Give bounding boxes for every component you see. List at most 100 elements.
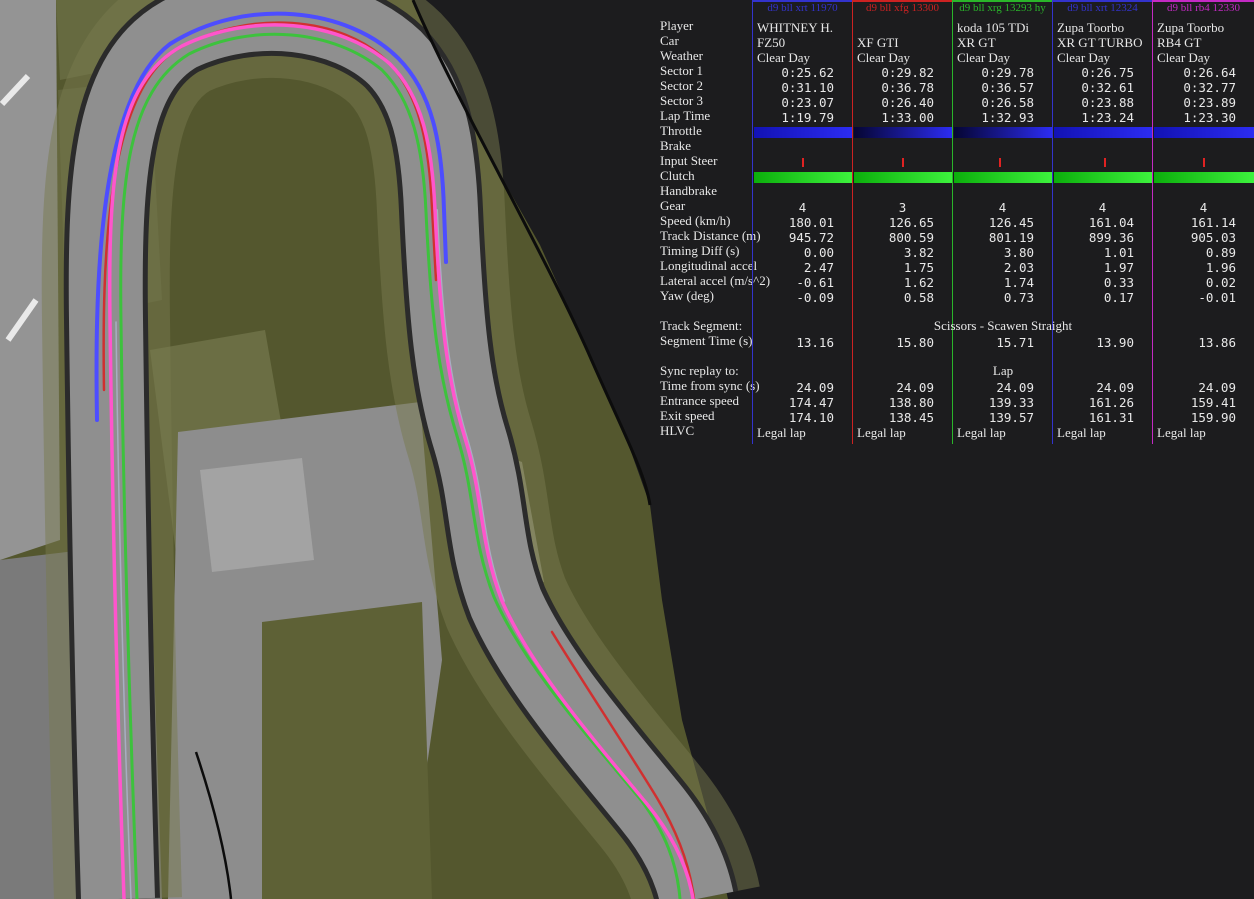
cell-segment_time: 15.80 bbox=[896, 335, 934, 350]
cell-yaw: 0.58 bbox=[903, 290, 934, 305]
cell-speed: 180.01 bbox=[788, 215, 834, 230]
cell-entrance_speed: 174.47 bbox=[788, 395, 834, 410]
cell-timing_diff: 1.01 bbox=[1103, 245, 1134, 260]
cell-sector1: 0:26.64 bbox=[1183, 65, 1236, 80]
cell-track_distance: 905.03 bbox=[1190, 230, 1236, 245]
throttle-bar bbox=[1154, 127, 1254, 138]
steer-tick bbox=[999, 158, 1001, 167]
cell-sector2: 0:31.10 bbox=[781, 80, 834, 95]
cell-entrance_speed: 139.33 bbox=[988, 395, 1034, 410]
cell-gear: 4 bbox=[998, 200, 1007, 215]
cell-timing_diff: 3.82 bbox=[903, 245, 934, 260]
row-label: Track Segment: bbox=[660, 318, 743, 333]
cell-sector3: 0:23.88 bbox=[1081, 95, 1134, 110]
cell-sector1: 0:29.78 bbox=[981, 65, 1034, 80]
replay-header[interactable]: d9 bll xrt 11970 bbox=[753, 2, 852, 16]
replay-header[interactable]: d9 bll xfg 13300 bbox=[853, 2, 952, 16]
replay-header[interactable]: d9 bll xrt 12324 bbox=[1053, 2, 1152, 16]
row-label: Lap Time bbox=[660, 108, 711, 123]
cell-hlvc: Legal lap bbox=[1157, 425, 1206, 440]
cell-sector2: 0:32.77 bbox=[1183, 80, 1236, 95]
cell-exit_speed: 174.10 bbox=[788, 410, 834, 425]
row-label: Input Steer bbox=[660, 153, 718, 168]
terrain-patch bbox=[262, 602, 432, 899]
replay-header[interactable]: d9 bll rb4 12330 bbox=[1153, 2, 1254, 16]
cell-lap_time: 1:23.24 bbox=[1081, 110, 1134, 125]
cell-sector2: 0:36.78 bbox=[881, 80, 934, 95]
cell-lap_time: 1:32.93 bbox=[981, 110, 1034, 125]
cell-player bbox=[853, 20, 952, 35]
row-label: Sector 2 bbox=[660, 78, 703, 93]
cell-sector3: 0:23.89 bbox=[1183, 95, 1236, 110]
row-label: Handbrake bbox=[660, 183, 718, 198]
cell-lat_accel: 1.74 bbox=[1003, 275, 1034, 290]
steer-tick bbox=[1203, 158, 1205, 167]
clutch-bar bbox=[854, 172, 952, 183]
cell-segment_time: 13.86 bbox=[1198, 335, 1236, 350]
cell-player: koda 105 TDi bbox=[957, 20, 1029, 35]
cell-segment_time: 13.90 bbox=[1096, 335, 1134, 350]
cell-entrance_speed: 138.80 bbox=[888, 395, 934, 410]
row-label: Track Distance (m) bbox=[660, 228, 761, 243]
cell-speed: 126.65 bbox=[888, 215, 934, 230]
cell-gear: 4 bbox=[1199, 200, 1208, 215]
cell-hlvc: Legal lap bbox=[1057, 425, 1106, 440]
cell-sector3: 0:23.07 bbox=[781, 95, 834, 110]
row-label: Entrance speed bbox=[660, 393, 740, 408]
cell-exit_speed: 139.57 bbox=[988, 410, 1034, 425]
cell-weather: Clear Day bbox=[1057, 50, 1111, 65]
row-label: Timing Diff (s) bbox=[660, 243, 740, 258]
throttle-bar bbox=[954, 127, 1052, 138]
cell-lat_accel: 1.62 bbox=[903, 275, 934, 290]
clutch-bar bbox=[954, 172, 1052, 183]
cell-speed: 161.04 bbox=[1088, 215, 1134, 230]
steer-tick bbox=[1104, 158, 1106, 167]
cell-player: Zupa Toorbo bbox=[1157, 20, 1225, 35]
clutch-bar bbox=[1154, 172, 1254, 183]
cell-weather: Clear Day bbox=[757, 50, 811, 65]
row-label: Sync replay to: bbox=[660, 363, 739, 378]
cell-sector1: 0:26.75 bbox=[1081, 65, 1134, 80]
cell-speed: 161.14 bbox=[1190, 215, 1236, 230]
row-label: Sector 3 bbox=[660, 93, 703, 108]
cell-speed: 126.45 bbox=[988, 215, 1034, 230]
telemetry-panel: Player Car Weather Sector 1 Sector 2 Sector 3… bbox=[655, 0, 1254, 450]
cell-hlvc: Legal lap bbox=[757, 425, 806, 440]
cell-car: XF GTI bbox=[857, 35, 899, 50]
cell-exit_speed: 161.31 bbox=[1088, 410, 1134, 425]
cell-yaw: 0.73 bbox=[1003, 290, 1034, 305]
cell-yaw: -0.01 bbox=[1198, 290, 1236, 305]
cell-timing_diff: 3.80 bbox=[1003, 245, 1034, 260]
row-label: Sector 1 bbox=[660, 63, 703, 78]
cell-weather: Clear Day bbox=[957, 50, 1011, 65]
row-label: Yaw (deg) bbox=[660, 288, 714, 303]
row-label: Longitudinal accel bbox=[660, 258, 758, 273]
terrain-patch bbox=[200, 458, 314, 572]
steer-tick bbox=[802, 158, 804, 167]
cell-gear: 3 bbox=[898, 200, 907, 215]
cell-long_accel: 1.75 bbox=[903, 260, 934, 275]
sync-mode-value: Lap bbox=[992, 363, 1014, 378]
throttle-bar bbox=[854, 127, 952, 138]
cell-track_distance: 945.72 bbox=[788, 230, 834, 245]
cell-time_from_sync: 24.09 bbox=[896, 380, 934, 395]
row-label: Segment Time (s) bbox=[660, 333, 753, 348]
replay-header[interactable]: d9 bll xrg 13293 hy bbox=[953, 2, 1052, 16]
cell-time_from_sync: 24.09 bbox=[1096, 380, 1134, 395]
cell-lat_accel: 0.33 bbox=[1103, 275, 1134, 290]
cell-sector2: 0:32.61 bbox=[1081, 80, 1134, 95]
cell-lap_time: 1:23.30 bbox=[1183, 110, 1236, 125]
clutch-bar bbox=[754, 172, 852, 183]
cell-car: FZ50 bbox=[757, 35, 786, 50]
row-label: Weather bbox=[660, 48, 703, 63]
row-label: Clutch bbox=[660, 168, 695, 183]
cell-weather: Clear Day bbox=[1157, 50, 1211, 65]
cell-long_accel: 1.96 bbox=[1205, 260, 1236, 275]
row-label: Player bbox=[660, 18, 694, 33]
cell-track_distance: 800.59 bbox=[888, 230, 934, 245]
track-segment-value: Scissors - Scawen Straight bbox=[933, 318, 1073, 333]
cell-segment_time: 15.71 bbox=[996, 335, 1034, 350]
row-label: Speed (km/h) bbox=[660, 213, 731, 228]
throttle-bar bbox=[754, 127, 852, 138]
cell-car: XR GT TURBO bbox=[1057, 35, 1143, 50]
